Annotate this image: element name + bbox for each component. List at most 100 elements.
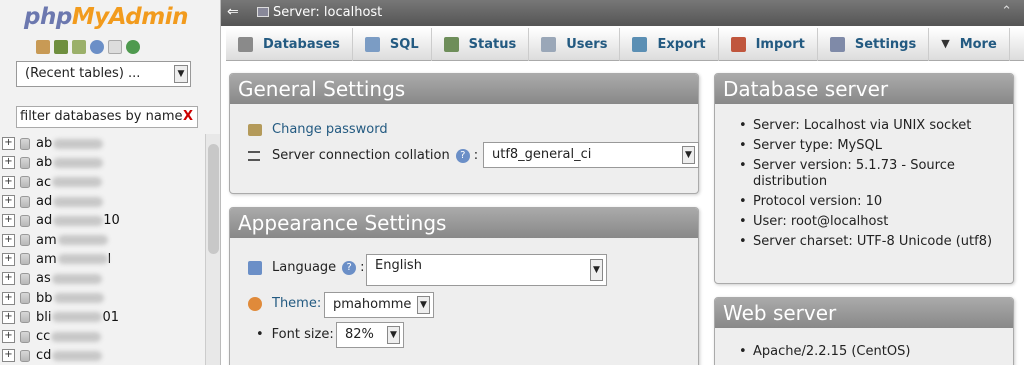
database-icon [20,137,30,150]
general-settings-panel: General Settings Change password Server … [229,73,699,194]
collation-select[interactable]: utf8_general_ci ▼ [483,142,699,168]
collapse-topbar-icon[interactable]: ⌃ [1001,4,1012,19]
font-size-select[interactable]: 82% ▼ [336,322,404,348]
database-item[interactable]: + am l [0,250,205,269]
home-icon[interactable] [36,40,50,54]
database-item[interactable]: + cc [0,327,205,346]
expand-icon[interactable]: + [2,156,15,170]
font-size-value: 82% [345,327,374,342]
help-icon[interactable] [90,40,104,54]
database-name[interactable]: bli 01 [36,310,119,325]
font-size-row: • Font size: [256,327,334,342]
help-icon[interactable]: ? [455,148,470,163]
database-name-prefix: cd [36,348,52,364]
tab-import[interactable]: Import [719,28,818,61]
logo-my: My [71,4,109,30]
language-select[interactable]: English ▼ [366,254,607,286]
info-item: Server type: MySQL [737,138,1007,154]
colon: : [360,260,365,275]
tab-label: Users [566,37,608,52]
database-name[interactable]: cc [36,329,102,345]
language-icon [248,260,262,275]
collapse-nav-icon[interactable]: ⇐ [227,4,243,22]
logo-admin: Admin [108,4,189,30]
database-name[interactable]: am [36,233,108,248]
status-icon [443,37,459,52]
database-item[interactable]: + cd [0,346,205,365]
phpmyadmin-logo[interactable]: phpMyAdmin [24,4,188,30]
database-item[interactable]: + ab [0,153,205,172]
database-name[interactable]: as [36,271,102,286]
filter-databases-input[interactable]: filter databases by name X [16,106,198,128]
database-name-prefix: am [36,232,57,248]
query-window-icon[interactable] [72,40,86,54]
database-item[interactable]: + as [0,269,205,288]
expand-icon[interactable]: + [2,195,15,209]
help-icon[interactable]: ? [342,260,357,275]
theme-label[interactable]: Theme: [272,296,321,311]
theme-value: pmahomme [333,297,412,312]
database-item[interactable]: + bli 01 [0,308,205,327]
theme-select[interactable]: pmahomme ▼ [324,292,434,318]
tab-label: More [959,37,997,52]
clear-filter-icon[interactable]: X [183,107,193,127]
expand-icon[interactable]: + [2,137,15,151]
collation-icon [248,150,260,161]
reload-icon[interactable] [126,40,140,54]
nav-scrollbar[interactable] [205,134,220,365]
database-icon [20,176,30,189]
expand-icon[interactable]: + [2,175,15,189]
tab-more[interactable]: ▼ More [929,28,1010,61]
scrollbar-thumb[interactable] [208,144,219,254]
expand-icon[interactable]: + [2,233,15,247]
tab-label: Status [468,37,517,52]
expand-icon[interactable]: + [2,291,15,305]
tab-label: Import [755,37,805,52]
tab-sql[interactable]: SQL [353,28,432,61]
tab-label: Databases [263,37,340,52]
redacted-text [57,254,108,265]
tab-users[interactable]: Users [529,28,621,61]
expand-icon[interactable]: + [2,272,15,286]
expand-icon[interactable]: + [2,252,15,266]
change-password-link[interactable]: Change password [272,122,388,137]
database-name[interactable]: ad 10 [36,213,120,228]
database-name[interactable]: ab [36,136,104,151]
export-icon [632,37,648,52]
database-item[interactable]: + ac [0,173,205,192]
database-item[interactable]: + ad [0,192,205,211]
expand-icon[interactable]: + [2,349,15,363]
expand-icon[interactable]: + [2,310,15,324]
database-item[interactable]: + ab [0,134,205,153]
database-name-prefix: cc [36,329,51,345]
database-name[interactable]: cd [36,348,103,364]
tab-label: Export [657,37,706,52]
database-name[interactable]: bb [36,291,104,306]
tab-status[interactable]: Status [432,28,530,61]
general-settings-title: General Settings [230,74,698,104]
chevron-down-icon: ▼ [387,326,400,344]
bullet: • [256,327,264,342]
database-item[interactable]: + bb [0,288,205,307]
tab-settings[interactable]: Settings [818,28,930,61]
tab-export[interactable]: Export [620,28,719,61]
database-item[interactable]: + am [0,230,205,249]
database-name[interactable]: ad [36,194,104,209]
caret-down-icon: ▼ [941,37,950,50]
exit-icon[interactable] [54,40,68,54]
server-breadcrumb[interactable]: Server: localhost [273,5,382,20]
tab-databases[interactable]: Databases [226,28,353,61]
info-item: Apache/2.2.15 (CentOS) [737,344,1007,360]
language-value: English [375,258,422,273]
expand-icon[interactable]: + [2,330,15,344]
documentation-icon[interactable] [108,40,122,54]
chevron-down-icon: ▼ [417,296,430,314]
recent-tables-select[interactable]: (Recent tables) ... ▼ [16,61,191,87]
database-name[interactable]: ab [36,155,104,170]
database-name[interactable]: am l [36,252,111,267]
logo-php: php [24,4,72,30]
appearance-settings-panel: Appearance Settings Language ? : English… [229,207,699,365]
database-name[interactable]: ac [36,175,103,190]
expand-icon[interactable]: + [2,214,15,228]
database-item[interactable]: + ad 10 [0,211,205,230]
